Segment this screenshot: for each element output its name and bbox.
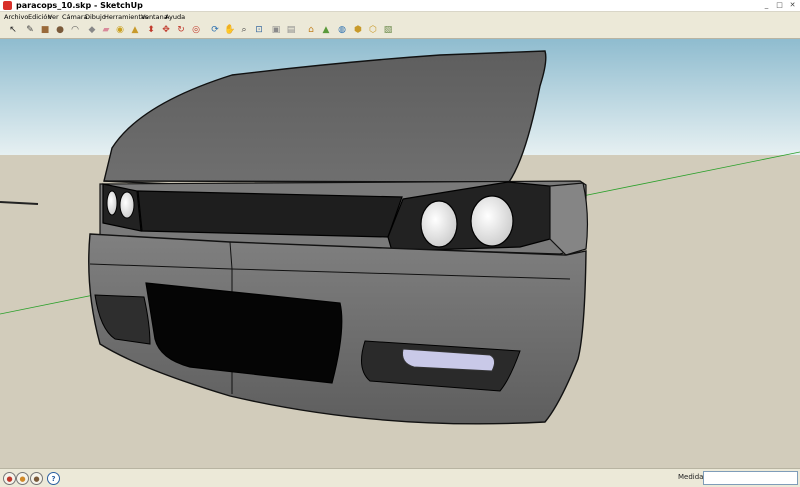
maximize-button[interactable]: □	[774, 1, 785, 10]
arc-icon[interactable]: ◠	[69, 24, 81, 36]
modeling-viewport[interactable]	[0, 39, 800, 468]
circle-icon[interactable]: ●	[54, 24, 66, 36]
push-pull-icon[interactable]: ⬍	[145, 24, 157, 36]
help-icon[interactable]: ?	[47, 472, 60, 485]
get-models-icon[interactable]: ▧	[382, 24, 394, 36]
eraser-icon[interactable]: ▰	[100, 24, 112, 36]
tape-measure-icon[interactable]: ◉	[114, 24, 126, 36]
menu-archivo[interactable]: Archivo	[4, 12, 28, 22]
close-button[interactable]: ✕	[787, 1, 798, 10]
menu-ayuda[interactable]: Ayuda	[165, 12, 185, 22]
paint-bucket-icon[interactable]: ▲	[129, 24, 141, 36]
scene-canvas[interactable]	[0, 39, 800, 468]
make-component-icon[interactable]: ◆	[86, 24, 98, 36]
left-headlight-inner-lens	[106, 190, 118, 216]
right-fender	[549, 182, 589, 256]
previous-view-icon[interactable]: ▣	[270, 24, 282, 36]
title-bar: paracops_10.skp - SketchUp _ □ ✕	[0, 0, 800, 12]
menu-ventana[interactable]: Ventana	[141, 12, 168, 22]
menu-bar: Archivo Edición Ver Cámara Dibujo Herram…	[0, 12, 800, 22]
rotate-icon[interactable]: ↻	[175, 24, 187, 36]
next-view-icon[interactable]: ▤	[285, 24, 297, 36]
credits-icon[interactable]: ●	[16, 472, 29, 485]
user-icon[interactable]: ●	[30, 472, 43, 485]
pan-icon[interactable]: ✋	[224, 24, 236, 36]
rectangle-icon[interactable]: ■	[39, 24, 51, 36]
share-model-icon[interactable]: ⬡	[367, 24, 379, 36]
pencil-icon[interactable]: ✎	[24, 24, 36, 36]
status-bar: ● ● ● ? Medidas	[0, 468, 800, 487]
google-earth-icon[interactable]: ◍	[336, 24, 348, 36]
zoom-icon[interactable]: ⌕	[238, 24, 250, 36]
geo-location-icon[interactable]: ●	[3, 472, 16, 485]
window-title: paracops_10.skp - SketchUp	[16, 1, 143, 10]
right-headlight-inner-lens	[420, 200, 458, 248]
select-icon[interactable]: ↖	[7, 24, 19, 36]
sketchup-app-icon	[3, 1, 12, 10]
add-location-icon[interactable]: ⌂	[305, 24, 317, 36]
move-icon[interactable]: ✥	[160, 24, 172, 36]
right-headlight-outer-lens	[470, 195, 514, 247]
measurements-input[interactable]	[703, 471, 798, 485]
toggle-terrain-icon[interactable]: ▲	[320, 24, 332, 36]
menu-ver[interactable]: Ver	[48, 12, 59, 22]
orbit-icon[interactable]: ⟳	[209, 24, 221, 36]
3d-warehouse-icon[interactable]: ⬢	[352, 24, 364, 36]
menu-camara[interactable]: Cámara	[62, 12, 88, 22]
minimize-button[interactable]: _	[761, 1, 772, 10]
zoom-extents-icon[interactable]: ⊡	[253, 24, 265, 36]
menu-dibujo[interactable]: Dibujo	[85, 12, 106, 22]
offset-icon[interactable]: ◎	[190, 24, 202, 36]
upper-grille	[137, 190, 403, 238]
left-headlight-outer-lens	[119, 191, 135, 219]
window-controls: _ □ ✕	[761, 1, 798, 10]
main-toolbar: ↖ ✎ ■ ● ◠ ◆ ▰ ◉ ▲ ⬍ ✥ ↻ ◎ ⟳ ✋ ⌕ ⊡ ▣ ▤ ⌂ ▲ ◍ ⬢ ⬡ ▧	[0, 22, 800, 39]
